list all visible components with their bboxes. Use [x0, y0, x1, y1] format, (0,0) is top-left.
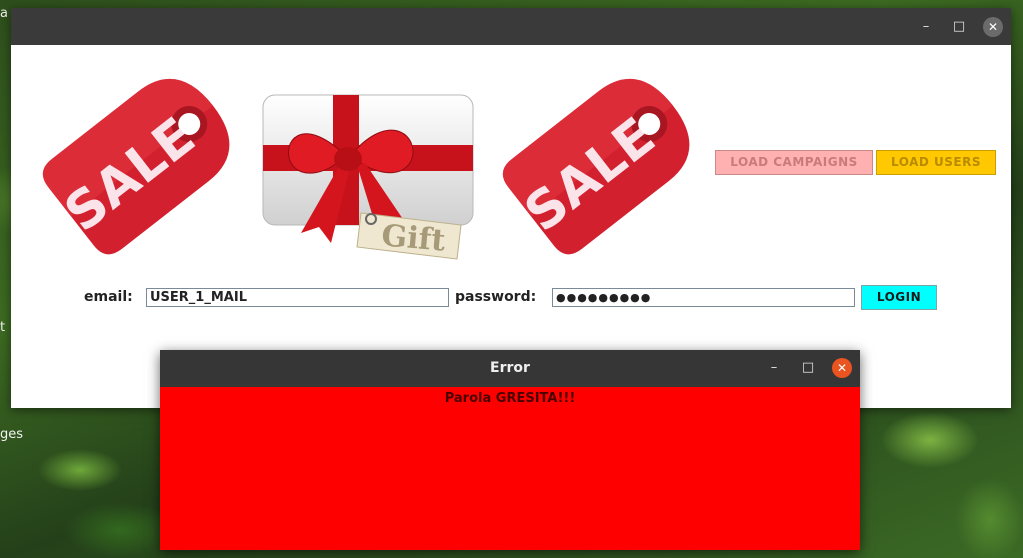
error-dialog: Error – □ ✕ Parola GRESITA!!!	[160, 350, 860, 550]
error-dialog-title: Error	[490, 360, 530, 376]
main-window-titlebar[interactable]: – □ ✕	[11, 8, 1011, 45]
close-icon[interactable]: ✕	[832, 358, 852, 378]
gift-box-image: Gift	[262, 94, 474, 260]
close-icon[interactable]: ✕	[983, 17, 1003, 37]
load-campaigns-button[interactable]: LOAD CAMPAIGNS	[715, 150, 873, 175]
maximize-icon[interactable]: □	[949, 17, 969, 37]
load-users-button[interactable]: LOAD USERS	[876, 150, 996, 175]
sale-tag-image-right: SALE	[502, 78, 690, 255]
gift-tag-text: Gift	[380, 218, 447, 258]
desktop-label-fragment: a	[0, 6, 8, 21]
desktop-label-fragment: t	[0, 320, 6, 335]
sale-tag-image-left: SALE	[42, 78, 230, 255]
password-field[interactable]: ●●●●●●●●●	[552, 288, 855, 307]
minimize-icon[interactable]: –	[764, 358, 784, 378]
email-label: email:	[84, 289, 133, 305]
error-dialog-titlebar[interactable]: Error – □ ✕	[160, 350, 860, 387]
login-button[interactable]: LOGIN	[861, 285, 937, 310]
desktop-label-fragment: ges	[0, 427, 24, 442]
email-field[interactable]: USER_1_MAIL	[146, 288, 449, 307]
error-message: Parola GRESITA!!!	[444, 391, 576, 406]
minimize-icon[interactable]: –	[916, 17, 936, 37]
password-label: password:	[455, 289, 537, 305]
maximize-icon[interactable]: □	[798, 358, 818, 378]
main-window: – □ ✕ SALE Gift SALE LOAD CAMPAIGNS LOAD…	[11, 8, 1011, 408]
